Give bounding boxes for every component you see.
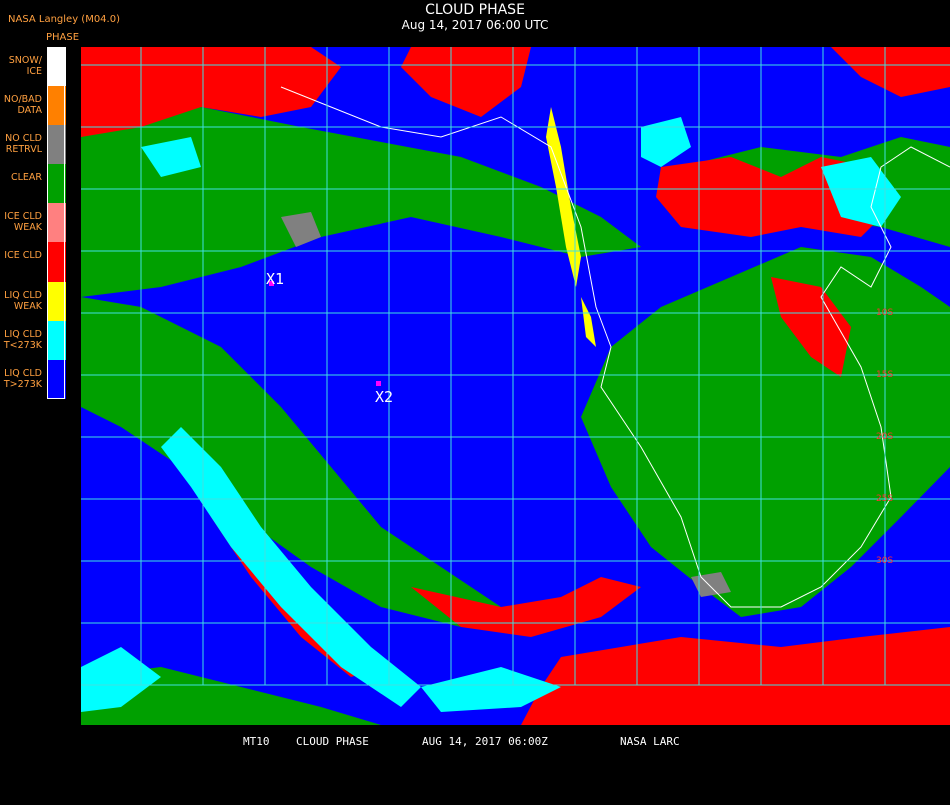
legend-item: LIQ CLD WEAK xyxy=(0,281,66,321)
legend-item-swatch xyxy=(48,203,66,243)
marker-x2-label: X2 xyxy=(375,388,393,406)
ice-cloud-se xyxy=(521,627,950,725)
marker-x2-dot[interactable] xyxy=(376,381,381,386)
footer-satellite: MT10 xyxy=(243,735,270,748)
legend-item-swatch xyxy=(48,164,66,204)
legend-item-label: NO/BAD DATA xyxy=(3,94,42,117)
legend-item: ICE CLD xyxy=(0,242,66,282)
marker-x1[interactable]: X1 xyxy=(266,270,284,288)
legend-item-swatch xyxy=(48,281,66,321)
lat-label: 10S xyxy=(876,308,893,318)
legend-item-label: ICE CLD xyxy=(4,250,42,262)
legend-item: NO CLD RETRVL xyxy=(0,125,66,165)
marker-x1-label: X1 xyxy=(266,270,284,288)
footer-datetime: AUG 14, 2017 06:00Z xyxy=(422,735,548,748)
cloud-phase-map[interactable]: 10S 15S 20S 25S 30S X1 X2 xyxy=(81,47,950,725)
footer-product: CLOUD PHASE xyxy=(296,735,369,748)
legend-item-swatch xyxy=(48,47,66,87)
legend-item-swatch xyxy=(48,320,66,360)
legend-item-label: LIQ CLD WEAK xyxy=(4,289,42,312)
footer-bar: MT10 CLOUD PHASE AUG 14, 2017 06:00Z NAS… xyxy=(0,735,950,805)
legend-title: PHASE xyxy=(46,32,80,43)
legend-item: SNOW/ ICE xyxy=(0,47,66,87)
legend-item: LIQ CLD T>273K xyxy=(0,359,66,399)
ice-cloud-n xyxy=(401,47,531,117)
marker-x2[interactable]: X2 xyxy=(375,381,393,406)
map-canvas[interactable]: 10S 15S 20S 25S 30S X1 X2 xyxy=(81,47,950,725)
liq-weak-coast xyxy=(581,297,596,347)
legend-item-label: LIQ CLD T>273K xyxy=(3,367,42,390)
lat-label: 30S xyxy=(876,556,893,566)
legend-item-label: ICE CLD WEAK xyxy=(4,211,42,234)
page-title: CLOUD PHASE Aug 14, 2017 06:00 UTC xyxy=(0,2,950,32)
legend-item-label: NO CLD RETRVL xyxy=(5,133,42,156)
lat-label: 20S xyxy=(876,432,893,442)
legend-item-swatch xyxy=(48,359,66,399)
legend-item-label: CLEAR xyxy=(10,172,42,184)
legend-item-swatch xyxy=(48,86,66,126)
phase-legend: SNOW/ ICE NO/BAD DATA NO CLD RETRVL CLEAR IC… xyxy=(0,47,66,399)
subtitle-text: Aug 14, 2017 06:00 UTC xyxy=(401,18,549,32)
footer-agency: NASA LARC xyxy=(620,735,680,748)
legend-item-swatch xyxy=(48,125,66,165)
legend-item-swatch xyxy=(48,242,66,282)
lat-label: 25S xyxy=(876,494,893,504)
legend-item: LIQ CLD T<273K xyxy=(0,320,66,360)
legend-item: NO/BAD DATA xyxy=(0,86,66,126)
legend-item: ICE CLD WEAK xyxy=(0,203,66,243)
ice-cloud-ne2 xyxy=(831,47,950,97)
legend-item: CLEAR xyxy=(0,164,66,204)
legend-item-label: LIQ CLD T<273K xyxy=(3,328,42,351)
title-text: CLOUD PHASE xyxy=(425,2,525,18)
liq-cold-ne xyxy=(641,117,691,167)
legend-item-label: SNOW/ ICE xyxy=(8,55,42,77)
lat-label: 15S xyxy=(876,370,893,380)
